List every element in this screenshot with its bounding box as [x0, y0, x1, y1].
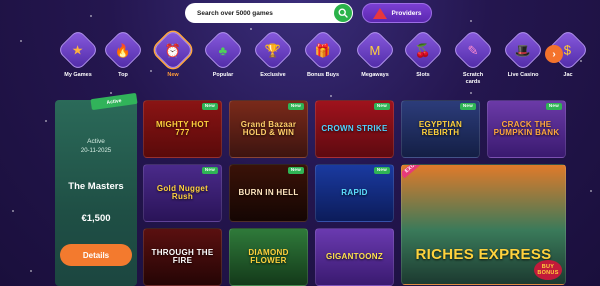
new-badge: New [201, 167, 218, 174]
providers-label: Providers [391, 9, 422, 17]
providers-icon [372, 7, 387, 19]
category-bonus-buys[interactable]: 🎁 Bonus Buys [301, 28, 345, 79]
tournament-status: Active [87, 138, 105, 145]
exclusive-ribbon: EXCLUSIVE [402, 165, 436, 179]
category-my-games[interactable]: ★ My Games [56, 28, 100, 79]
game-tile[interactable]: THROUGH THE FIRE [143, 228, 222, 286]
new-badge: New [373, 103, 390, 110]
game-title: GIGANTOONZ [325, 252, 384, 261]
tournament-date: 20-11-2025 [80, 148, 112, 154]
category-label: Exclusive [260, 72, 286, 78]
category-tile: ⏰ [151, 28, 195, 72]
category-megaways[interactable]: M Megaways [353, 28, 397, 79]
dealer-icon: 🎩 [514, 42, 532, 58]
category-tile: ★ [56, 28, 100, 72]
new-badge: New [287, 103, 304, 110]
category-slots[interactable]: 🍒 Slots [401, 28, 445, 79]
category-tile: M [353, 28, 397, 72]
game-tile[interactable]: GIGANTOONZ [315, 228, 394, 286]
game-title: THROUGH THE FIRE [151, 248, 214, 265]
category-label: Bonus Buys [306, 72, 340, 78]
trophy-icon: 🏆 [264, 42, 282, 58]
category-tile: ✎ [451, 28, 495, 72]
category-top[interactable]: 🔥 Top [101, 28, 145, 79]
category-label: Megaways [361, 72, 389, 78]
game-tile[interactable]: BURN IN HELL New [229, 164, 308, 222]
category-label: New [167, 72, 179, 78]
game-title: Grand Bazaar HOLD & WIN [240, 120, 297, 137]
search-icon [338, 8, 348, 18]
gift-icon: 🎁 [314, 42, 332, 58]
new-badge: New [545, 103, 562, 110]
search-button[interactable] [334, 4, 352, 22]
category-new[interactable]: ⏰ New [151, 28, 195, 79]
tournament-name: The Masters [68, 181, 124, 192]
game-title: BURN IN HELL [238, 188, 299, 197]
game-title: CROWN STRIKE [321, 124, 388, 133]
category-label: Jac [563, 72, 573, 78]
game-title: CRACK THE PUMPKIN BANK [493, 120, 560, 137]
category-label: Top [118, 72, 128, 78]
new-badge: New [459, 103, 476, 110]
cherries-icon: 🍒 [414, 42, 432, 58]
flame-icon: 🔥 [114, 42, 132, 58]
buy-bonus-badge: BUY BONUS [534, 259, 562, 280]
category-next-button[interactable]: › [545, 45, 563, 63]
game-tile[interactable]: CROWN STRIKE New [315, 100, 394, 158]
star-icon: ★ [72, 42, 84, 58]
game-title: Gold Nugget Rush [156, 184, 209, 201]
game-title: RAPID [341, 188, 368, 197]
game-title: DIAMOND FLOWER [248, 248, 289, 265]
game-title: MIGHTY HOT 777 [155, 120, 210, 137]
game-tile[interactable]: EGYPTIAN REBIRTH New [401, 100, 480, 158]
tournament-details-button[interactable]: Details [60, 244, 132, 266]
game-tile[interactable]: DIAMOND FLOWER [229, 228, 308, 286]
game-tile[interactable]: CRACK THE PUMPKIN BANK New [487, 100, 566, 158]
category-tile: ♣ [201, 28, 245, 72]
game-tile[interactable]: Grand Bazaar HOLD & WIN New [229, 100, 308, 158]
category-tile: 🎩 [501, 28, 545, 72]
new-badge: New [201, 103, 218, 110]
category-label: Slots [416, 72, 430, 78]
game-tile[interactable]: MIGHTY HOT 777 New [143, 100, 222, 158]
category-tile: 🔥 [101, 28, 145, 72]
search-bar[interactable] [185, 3, 353, 23]
category-nav: ★ My Games 🔥 Top ⏰ New ♣ Popular 🏆 Exclusive 🎁 Bonu… [56, 28, 600, 85]
game-tile[interactable]: Gold Nugget Rush New [143, 164, 222, 222]
scratch-card-icon: ✎ [467, 42, 479, 58]
category-exclusive[interactable]: 🏆 Exclusive [251, 28, 295, 79]
tournament-card: Active Active 20-11-2025 The Masters €1,… [55, 92, 138, 286]
jackpot-icon: $ [564, 42, 572, 58]
category-label: Popular [212, 72, 234, 78]
clover-icon: ♣ [218, 42, 228, 58]
category-popular[interactable]: ♣ Popular [201, 28, 245, 79]
category-tile: 🍒 [401, 28, 445, 72]
game-title: EGYPTIAN REBIRTH [418, 120, 463, 137]
search-input[interactable] [197, 4, 337, 22]
category-live-casino[interactable]: 🎩 Live Casino [501, 28, 545, 79]
category-scratch-cards[interactable]: ✎ Scratch cards [451, 28, 495, 85]
providers-button[interactable]: Providers [362, 3, 432, 23]
game-title: RICHES EXPRESS [415, 246, 552, 263]
category-label: Scratch cards [462, 72, 484, 85]
m-letter-icon: M [369, 42, 381, 58]
new-badge: New [287, 167, 304, 174]
category-tile: 🎁 [301, 28, 345, 72]
category-tile: 🏆 [251, 28, 295, 72]
category-label: My Games [64, 72, 92, 78]
tournament-ribbon: Active [90, 92, 138, 111]
tournament-prize: €1,500 [81, 213, 111, 224]
clock-icon: ⏰ [164, 42, 182, 58]
category-label: Live Casino [507, 72, 539, 78]
game-tile[interactable]: RAPID New [315, 164, 394, 222]
new-badge: New [373, 167, 390, 174]
game-tile[interactable]: RICHES EXPRESS EXCLUSIVE BUY BONUS [401, 164, 566, 285]
